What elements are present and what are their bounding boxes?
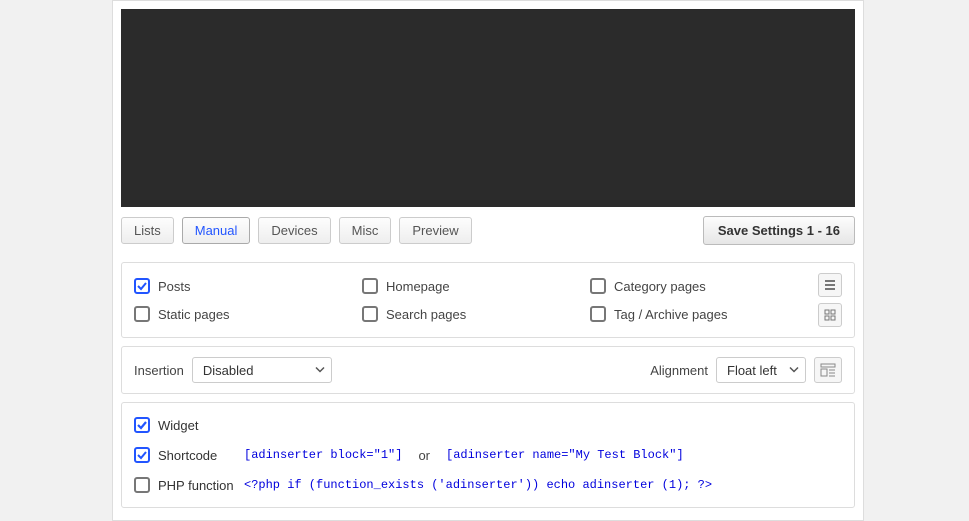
check-label: Static pages (158, 307, 230, 322)
checkbox-icon[interactable] (134, 477, 150, 493)
checkbox-icon[interactable] (134, 447, 150, 463)
tab-preview[interactable]: Preview (399, 217, 471, 244)
tab-devices[interactable]: Devices (258, 217, 330, 244)
checkbox-icon (362, 306, 378, 322)
alignment-label: Alignment (650, 363, 708, 378)
list-view-icon[interactable] (818, 273, 842, 297)
select-value: Float left (727, 363, 777, 378)
insertion-select[interactable]: Disabled (192, 357, 332, 383)
checkbox-icon (134, 278, 150, 294)
check-static[interactable]: Static pages (134, 306, 352, 322)
checkbox-icon (362, 278, 378, 294)
php-code: <?php if (function_exists ('adinserter')… (244, 478, 712, 492)
tab-misc[interactable]: Misc (339, 217, 392, 244)
widget-label: Widget (158, 418, 198, 433)
check-label: Category pages (614, 279, 706, 294)
code-editor-area[interactable] (121, 9, 855, 207)
insertion-section: Insertion Disabled Alignment Float left (121, 346, 855, 394)
check-homepage[interactable]: Homepage (362, 278, 580, 294)
alignment-preview-icon[interactable] (814, 357, 842, 383)
shortcode-label: Shortcode (158, 448, 217, 463)
php-label: PHP function (158, 478, 234, 493)
shortcode-code-1: [adinserter block="1"] (244, 448, 402, 462)
check-posts[interactable]: Posts (134, 278, 352, 294)
grid-view-icon[interactable] (818, 303, 842, 327)
chevron-down-icon (315, 363, 325, 378)
manual-section: Widget Shortcode [adinserter block="1"] … (121, 402, 855, 508)
check-search[interactable]: Search pages (362, 306, 580, 322)
or-text: or (418, 448, 430, 463)
tab-lists[interactable]: Lists (121, 217, 174, 244)
check-category[interactable]: Category pages (590, 278, 808, 294)
chevron-down-icon (789, 363, 799, 378)
shortcode-code-2: [adinserter name="My Test Block"] (446, 448, 684, 462)
checkbox-icon[interactable] (134, 417, 150, 433)
alignment-select[interactable]: Float left (716, 357, 806, 383)
checkbox-icon (590, 306, 606, 322)
check-tag[interactable]: Tag / Archive pages (590, 306, 808, 322)
check-label: Posts (158, 279, 191, 294)
save-settings-button[interactable]: Save Settings 1 - 16 (703, 216, 855, 245)
page-types-section: Posts Homepage Category pages Static pag… (121, 262, 855, 338)
check-label: Search pages (386, 307, 466, 322)
check-label: Tag / Archive pages (614, 307, 727, 322)
checkbox-icon (134, 306, 150, 322)
tab-manual[interactable]: Manual (182, 217, 251, 244)
select-value: Disabled (203, 363, 254, 378)
tab-row: Lists Manual Devices Misc Preview Save S… (121, 207, 855, 254)
checkbox-icon (590, 278, 606, 294)
check-label: Homepage (386, 279, 450, 294)
insertion-label: Insertion (134, 363, 184, 378)
